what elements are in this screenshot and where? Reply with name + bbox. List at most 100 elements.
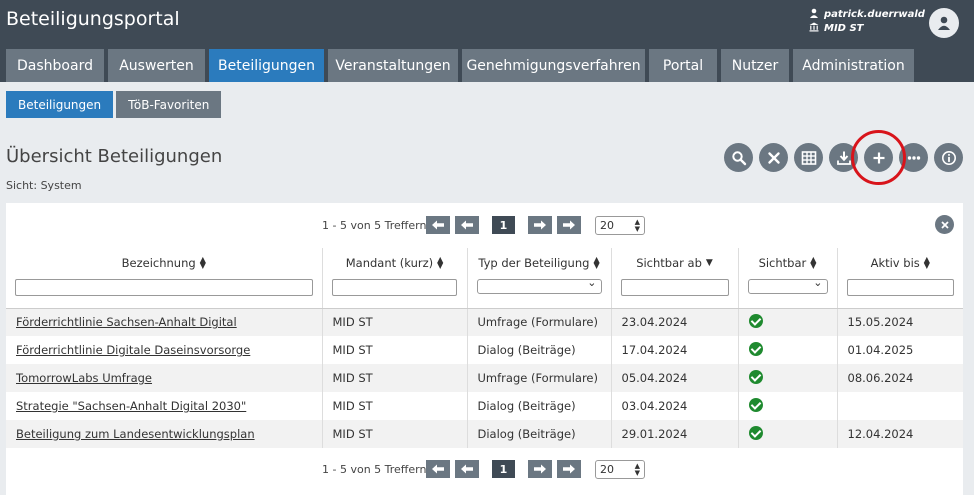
sort-icon: ▲ ▼ <box>199 255 206 270</box>
arrow-left-icon <box>461 220 473 230</box>
subtab-beteiligungen[interactable]: Beteiligungen <box>6 91 114 118</box>
prev-page-button[interactable] <box>455 216 479 234</box>
sort-icon: ▲ ▼ <box>593 255 600 270</box>
current-page[interactable]: 1 <box>492 216 515 234</box>
arrow-last-icon <box>563 464 575 474</box>
cell-mandant: MID ST <box>321 308 467 336</box>
app-title: Beteiligungsportal <box>6 8 180 30</box>
arrow-first-icon <box>432 464 444 474</box>
search-icon <box>731 150 746 165</box>
nav-tab-administration[interactable]: Administration <box>793 49 914 82</box>
pager-top: 1 - 5 von 5 Treffern 1 20 ▲ ▼ <box>6 212 963 238</box>
add-button[interactable] <box>851 130 906 185</box>
nav-tab-dashboard[interactable]: Dashboard <box>6 49 104 82</box>
check-icon <box>748 369 763 384</box>
filter-sichtbar-ab[interactable] <box>620 279 729 296</box>
info-icon <box>941 150 956 165</box>
page-title: Übersicht Beteiligungen <box>6 146 223 167</box>
filter-typ-select[interactable] <box>476 276 602 294</box>
last-page-button[interactable] <box>557 216 581 234</box>
filter-bezeichnung[interactable] <box>14 279 313 296</box>
cell-aktiv-bis <box>836 392 963 420</box>
row-link[interactable]: Förderrichtlinie Digitale Daseinsvorsorg… <box>16 343 250 357</box>
table-row[interactable]: Strategie "Sachsen-Anhalt Digital 2030" … <box>6 392 963 420</box>
column-header-sichtbar-ab[interactable]: Sichtbar ab ▼ <box>610 248 738 309</box>
pager-bottom: 1 - 5 von 5 Treffern 1 20 ▲ ▼ <box>6 456 963 482</box>
cell-mandant: MID ST <box>321 420 467 448</box>
column-header-mandant[interactable]: Mandant (kurz) ▲ ▼ <box>321 248 467 309</box>
row-link[interactable]: Förderrichtlinie Sachsen-Anhalt Digital <box>16 315 237 329</box>
nav-tab-genehmigungsverfahren[interactable]: Genehmigungsverfahren <box>462 49 645 82</box>
prev-page-button[interactable] <box>455 460 479 478</box>
spinner-icon: ▲ ▼ <box>634 461 640 477</box>
view-label: Sicht: System <box>6 179 82 192</box>
highlight-circle <box>851 130 906 185</box>
first-page-button[interactable] <box>426 460 450 478</box>
filter-aktiv-bis[interactable] <box>846 279 954 296</box>
first-page-button[interactable] <box>426 216 450 234</box>
cell-sichtbar-ab: 17.04.2024 <box>610 336 738 364</box>
cell-typ: Dialog (Beiträge) <box>466 392 611 420</box>
column-header-aktiv-bis[interactable]: Aktiv bis ▲ ▼ <box>836 248 963 309</box>
user-org: MID ST <box>824 23 864 34</box>
page-size-select[interactable]: 20 ▲ ▼ <box>595 215 645 235</box>
check-icon <box>748 425 763 440</box>
columns-button[interactable] <box>794 143 823 172</box>
row-link[interactable]: Beteiligung zum Landesentwicklungsplan <box>16 427 255 441</box>
cell-aktiv-bis: 15.05.2024 <box>836 308 963 336</box>
page-size-select[interactable]: 20 ▲ ▼ <box>595 459 645 479</box>
cell-typ: Dialog (Beiträge) <box>466 420 611 448</box>
pager-summary: 1 - 5 von 5 Treffern <box>322 218 427 232</box>
search-button[interactable] <box>724 143 753 172</box>
sort-icon: ▲ ▼ <box>923 255 930 270</box>
current-page[interactable]: 1 <box>492 460 515 478</box>
sort-desc-icon: ▼ <box>705 258 713 268</box>
spinner-icon: ▲ ▼ <box>634 217 640 233</box>
column-header-sichtbar[interactable]: Sichtbar ▲ ▼ <box>737 248 837 309</box>
nav-tab-portal[interactable]: Portal <box>649 49 717 82</box>
column-header-bezeichnung[interactable]: Bezeichnung ▲ ▼ <box>6 248 322 309</box>
column-header-typ[interactable]: Typ der Beteiligung ▲ ▼ <box>466 248 611 309</box>
close-filter-button[interactable] <box>935 215 954 234</box>
download-icon <box>836 151 851 165</box>
arrow-first-icon <box>432 220 444 230</box>
person-icon <box>938 16 950 30</box>
filter-sichtbar-select[interactable] <box>747 276 828 294</box>
reset-filter-button[interactable] <box>759 143 788 172</box>
last-page-button[interactable] <box>557 460 581 478</box>
close-icon <box>940 220 949 229</box>
next-page-button[interactable] <box>528 216 552 234</box>
nav-tab-nutzer[interactable]: Nutzer <box>721 49 789 82</box>
nav-tab-auswerten[interactable]: Auswerten <box>108 49 205 82</box>
table-row[interactable]: TomorrowLabs Umfrage MID ST Umfrage (For… <box>6 364 963 392</box>
sort-icon: ▲ ▼ <box>437 255 444 270</box>
results-panel: 1 - 5 von 5 Treffern 1 20 ▲ ▼ Bezeichnung… <box>6 203 963 495</box>
table-row[interactable]: Förderrichtlinie Sachsen-Anhalt Digital … <box>6 308 963 336</box>
pager-summary: 1 - 5 von 5 Treffern <box>322 462 427 476</box>
info-button[interactable] <box>934 143 963 172</box>
row-link[interactable]: TomorrowLabs Umfrage <box>16 371 152 385</box>
clear-icon <box>767 151 780 164</box>
arrow-right-icon <box>534 464 546 474</box>
results-table: Bezeichnung ▲ ▼ Mandant (kurz) ▲ ▼ Typ der B… <box>6 248 963 448</box>
table-row[interactable]: Förderrichtlinie Digitale Daseinsvorsorg… <box>6 336 963 364</box>
arrow-last-icon <box>563 220 575 230</box>
top-bar: Beteiligungsportal patrick.duerrwald MID… <box>0 0 974 82</box>
cell-sichtbar-ab: 05.04.2024 <box>610 364 738 392</box>
nav-tab-veranstaltungen[interactable]: Veranstaltungen <box>328 49 458 82</box>
check-icon <box>748 313 763 328</box>
page-size-value: 20 <box>600 462 614 476</box>
user-info[interactable]: patrick.duerrwald MID ST <box>808 8 925 36</box>
sort-icon: ▲ ▼ <box>810 255 817 270</box>
institution-icon <box>808 22 820 36</box>
nav-tab-beteiligungen[interactable]: Beteiligungen <box>209 49 324 82</box>
subtab-toeb-favoriten[interactable]: TöB-Favoriten <box>116 91 222 118</box>
user-icon <box>808 8 820 22</box>
avatar[interactable] <box>929 8 959 38</box>
next-page-button[interactable] <box>528 460 552 478</box>
arrow-right-icon <box>534 220 546 230</box>
more-icon <box>907 155 920 160</box>
table-row[interactable]: Beteiligung zum Landesentwicklungsplan M… <box>6 420 963 448</box>
row-link[interactable]: Strategie "Sachsen-Anhalt Digital 2030" <box>16 399 246 413</box>
filter-mandant[interactable] <box>332 279 457 296</box>
